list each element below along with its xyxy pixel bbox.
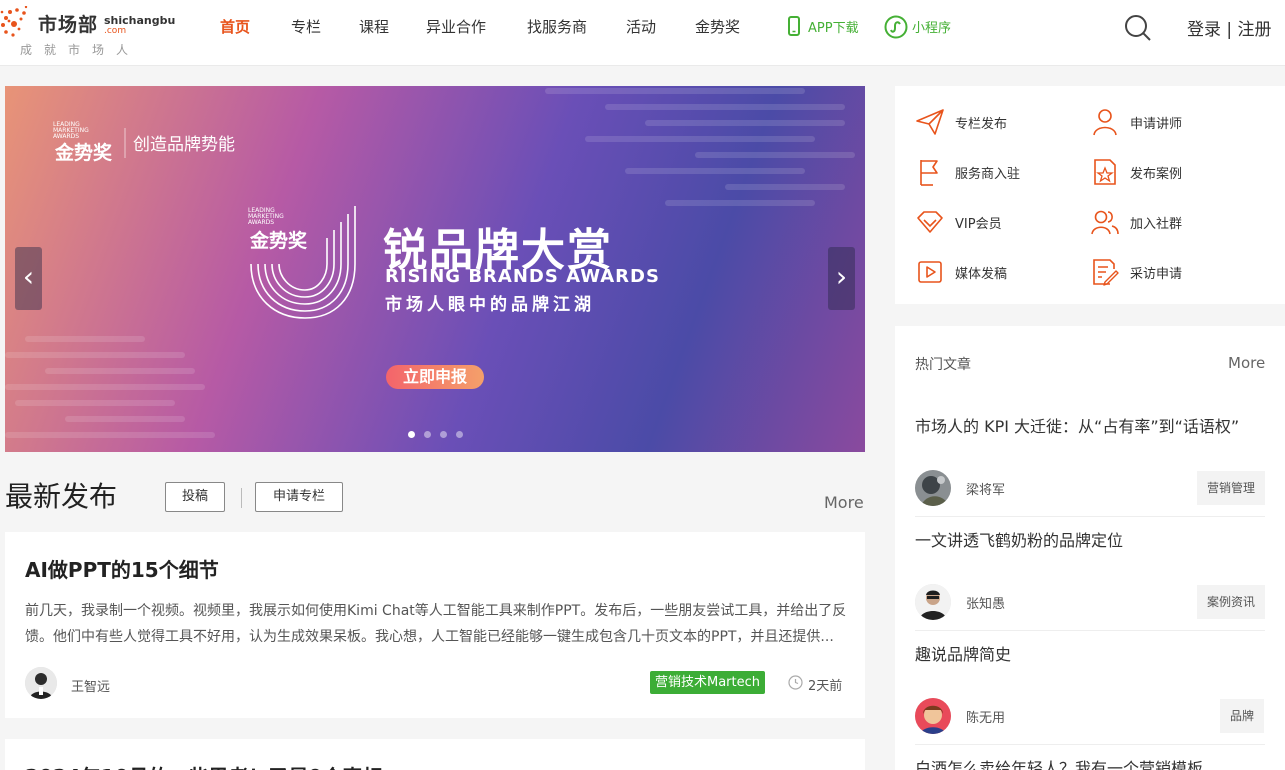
register-link[interactable]: 注册 [1238, 20, 1272, 40]
avatar-portrait-icon [25, 667, 57, 699]
carousel-dot-1[interactable] [408, 431, 415, 438]
paper-plane-icon [916, 109, 944, 135]
service-label: 媒体发稿 [955, 267, 1008, 282]
emblem-brand-tag: LEADING MARKETING AWARDS [248, 207, 284, 226]
hot-author-avatar[interactable] [915, 470, 951, 506]
carousel-dot-3[interactable] [440, 431, 447, 438]
hot-article-title[interactable]: 白酒怎么卖给年轻人？我有一个营销模板 [915, 756, 1260, 770]
article-title[interactable]: AI做PPT的15个细节 [25, 554, 219, 583]
hot-more-link[interactable]: More [1228, 354, 1265, 372]
flag-icon [920, 160, 938, 186]
nav-column[interactable]: 专栏 [291, 16, 321, 38]
hot-author-name[interactable]: 陈无用 [966, 707, 1005, 726]
site-header: 市场部 shichangbu .com 成就市场人 首页 专栏 课程 异业合作 … [0, 0, 1285, 66]
services-panel: 专栏发布 申请讲师 服务商入驻 发布案例 VIP会员 加入社群 媒体发稿 采访申… [895, 86, 1285, 304]
service-label: VIP会员 [955, 217, 1002, 232]
emblem-brand-name: 金势奖 [250, 230, 308, 252]
video-play-icon [918, 261, 942, 283]
apply-now-button[interactable]: 立即申报 [386, 365, 484, 389]
mini-program-icon [884, 15, 908, 39]
hero-carousel[interactable]: LEADING MARKETING AWARDS 金势奖 创造品牌势能 LEAD… [5, 86, 865, 452]
service-label: 专栏发布 [955, 117, 1008, 132]
nav-home[interactable]: 首页 [220, 16, 250, 38]
banner-title-en: RISING BRANDS AWARDS [385, 266, 660, 287]
auth-separator: | [1226, 20, 1238, 40]
divider [915, 630, 1265, 631]
carousel-dot-4[interactable] [456, 431, 463, 438]
service-label: 采访申请 [1130, 267, 1183, 282]
search-icon[interactable] [1124, 14, 1152, 42]
nav-awards[interactable]: 金势奖 [695, 16, 740, 38]
hot-articles-panel: 热门文章 More 市场人的 KPI 大迁徙：从“占有率”到“话语权” 梁将军 … [895, 326, 1285, 770]
hot-article-title[interactable]: 趣说品牌简史 [915, 642, 1260, 668]
mini-program-label: 小程序 [912, 21, 952, 36]
service-label: 发布案例 [1130, 167, 1183, 182]
logo-sunburst-icon [0, 6, 28, 37]
latest-more-link[interactable]: More [824, 493, 864, 512]
auth-links: 登录 | 注册 [1187, 15, 1272, 40]
logo-slogan: 成就市场人 [20, 43, 141, 57]
avatar-portrait-icon [915, 698, 951, 734]
banner-subtitle: 市场人眼中的品牌江湖 [385, 295, 595, 315]
logo-domain: .com [104, 26, 127, 36]
group-icon [1091, 210, 1119, 235]
article-title[interactable]: 2024年10月的一些思考！又是9个真相 [25, 761, 382, 770]
nav-cross-industry[interactable]: 异业合作 [426, 16, 486, 38]
hot-article-title[interactable]: 一文讲透飞鹤奶粉的品牌定位 [915, 528, 1260, 554]
hot-articles-title: 热门文章 [915, 357, 971, 373]
app-download-label: APP下载 [808, 21, 859, 36]
nav-courses[interactable]: 课程 [359, 16, 389, 38]
hot-author-name[interactable]: 张知愚 [966, 593, 1005, 612]
hot-article-tag[interactable]: 案例资讯 [1197, 585, 1266, 619]
carousel-next-button[interactable]: › [828, 247, 855, 310]
button-divider [241, 488, 242, 508]
service-label: 服务商入驻 [955, 167, 1021, 182]
divider [915, 744, 1265, 745]
article-card[interactable]: 2024年10月的一些思考！又是9个真相 [5, 739, 865, 770]
hot-author-name[interactable]: 梁将军 [966, 479, 1005, 498]
star-document-icon [1094, 159, 1116, 185]
phone-icon [788, 16, 800, 36]
site-logo[interactable]: 市场部 shichangbu .com 成就市场人 [0, 0, 175, 60]
author-avatar[interactable] [25, 667, 57, 699]
article-description: 前几天，我录制一个视频。视频里，我展示如何使用Kimi Chat等人工智能工具来… [25, 603, 847, 645]
article-time: 2天前 [808, 679, 843, 694]
logo-name-cn: 市场部 [38, 14, 99, 36]
apply-column-button[interactable]: 申请专栏 [255, 482, 343, 512]
latest-section-title: 最新发布 [5, 480, 118, 513]
submit-article-button[interactable]: 投稿 [165, 482, 225, 512]
clock-icon [788, 675, 803, 690]
service-label: 申请讲师 [1130, 117, 1183, 132]
banner-tagline: 创造品牌势能 [133, 135, 235, 155]
hot-article-tag[interactable]: 品牌 [1220, 699, 1265, 733]
avatar-portrait-icon [915, 470, 951, 506]
article-card[interactable]: AI做PPT的15个细节 前几天，我录制一个视频。视频里，我展示如何使用Kimi… [5, 532, 865, 718]
nav-events[interactable]: 活动 [626, 16, 656, 38]
service-label: 加入社群 [1130, 217, 1183, 232]
divider [915, 516, 1265, 517]
diamond-icon [917, 211, 943, 233]
hot-author-avatar[interactable] [915, 698, 951, 734]
nav-find-provider[interactable]: 找服务商 [527, 16, 587, 38]
article-tag[interactable]: 营销技术Martech [650, 671, 766, 694]
hot-article-title[interactable]: 市场人的 KPI 大迁徙：从“占有率”到“话语权” [915, 414, 1260, 440]
hot-author-avatar[interactable] [915, 584, 951, 620]
hot-article-tag[interactable]: 营销管理 [1197, 471, 1266, 505]
carousel-prev-button[interactable]: ‹ [15, 247, 42, 310]
login-link[interactable]: 登录 [1187, 20, 1221, 40]
carousel-dot-2[interactable] [424, 431, 431, 438]
banner-brand-small: 金势奖 [55, 142, 113, 164]
article-author[interactable]: 王智远 [71, 676, 110, 695]
user-icon [1093, 109, 1117, 136]
edit-document-icon [1093, 259, 1119, 286]
avatar-portrait-icon [915, 584, 951, 620]
